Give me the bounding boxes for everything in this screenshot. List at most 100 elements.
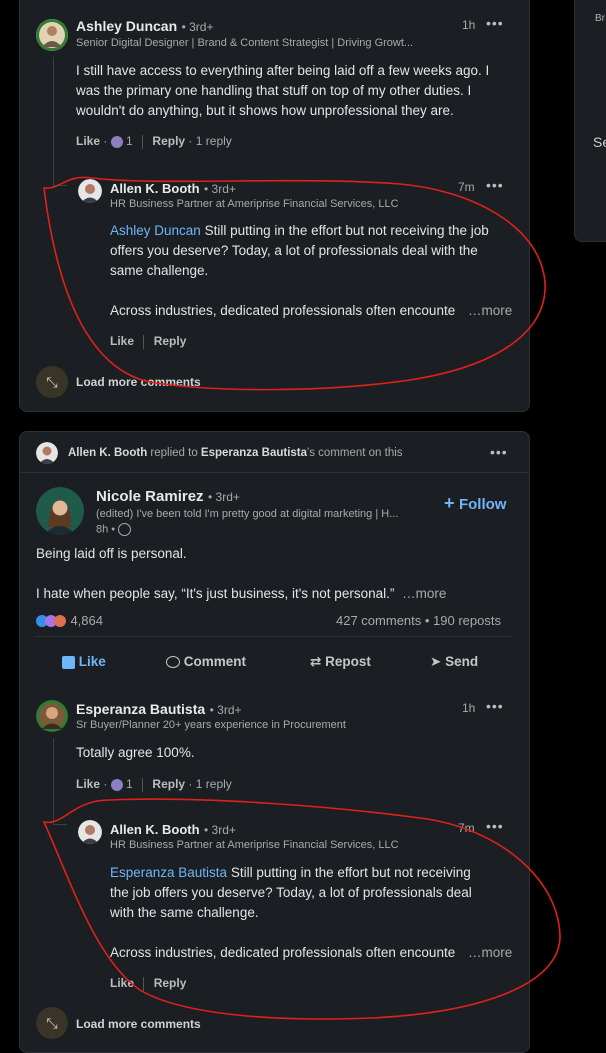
post-time: 8h • [96,523,132,536]
reply-actions: Like Reply [110,976,186,991]
reply-text-line: with the same challenge. [110,905,259,920]
post-text: Being laid off is personal. I hate when … [36,544,516,604]
expand-arrows-icon[interactable]: ⤡ [36,366,68,398]
divider [143,976,145,991]
reply-text-line: offers you deserve? Today, a lot of prof… [110,243,478,258]
post-author-name[interactable]: Nicole Ramirez [96,488,204,505]
reply-button[interactable]: Reply [152,134,185,148]
connection-degree: • 3rd+ [181,20,214,34]
divider [142,777,144,792]
reaction-count[interactable]: 1 [126,134,133,148]
comment-time: 1h [462,18,476,32]
avatar-image [36,700,68,732]
like-button[interactable]: Like [110,976,134,990]
context-target-name[interactable]: Esperanza Bautista [201,447,307,459]
avatar[interactable] [36,19,68,51]
expand-arrows-icon[interactable]: ⤡ [36,1007,68,1039]
comment-author-headline: Sr Buyer/Planner 20+ years experience in… [76,719,346,731]
like-button[interactable]: Like [76,134,100,148]
load-more-comments-button[interactable]: Load more comments [76,1017,201,1031]
reply-text-line: Across industries, dedicated professiona… [110,303,456,318]
repost-icon: ⇄ [310,654,322,669]
context-text: 's comment on this [307,447,403,459]
reply-author-line: Allen K. Booth • 3rd+ [110,821,236,839]
reply-author-name[interactable]: Allen K. Booth [110,181,200,196]
reply-button[interactable]: Reply [154,976,187,990]
avatar-image [36,442,58,464]
send-action-label: Send [445,654,479,669]
comment-actions: Like · 1 Reply · 1 reply [76,777,232,792]
comment-action-button[interactable]: Comment [166,654,246,669]
post-stats: 427 comments • 190 reposts [336,613,501,628]
avatar-image [78,820,102,844]
reply-count[interactable]: 1 reply [196,777,232,791]
send-action-button[interactable]: ➤ Send [430,654,478,670]
load-more-comments-button[interactable]: Load more comments [76,375,201,389]
avatar[interactable] [78,179,102,203]
comment-author-name[interactable]: Esperanza Bautista [76,701,205,717]
comment-author-name[interactable]: Ashley Duncan [76,18,177,34]
avatar-image [78,179,102,203]
right-panel-card: Br Se [574,0,606,242]
like-action-button[interactable]: Like [62,654,106,669]
reply-text-line: same challenge. [110,263,209,278]
reply-text-line: Across industries, dedicated professiona… [110,945,456,960]
reply-button[interactable]: Reply [152,777,185,791]
reply-text-line: Still putting in the effort but not rece… [200,223,489,238]
see-more-button[interactable]: …more [468,943,512,963]
context-actor-name[interactable]: Allen K. Booth [68,447,147,459]
avatar[interactable] [78,820,102,844]
more-options-icon[interactable]: ••• [486,818,504,834]
post-time-text: 8h • [96,523,116,536]
post-author-line: Nicole Ramirez • 3rd+ [96,488,240,506]
see-more-button[interactable]: …more [468,301,512,321]
avatar[interactable] [36,487,84,535]
connection-degree: • 3rd+ [204,823,236,837]
comment-icon [166,656,180,669]
reply-button[interactable]: Reply [154,334,187,348]
reaction-summary[interactable]: 4,864 [36,612,103,630]
thread-line [53,57,54,185]
comment-text: Totally agree 100%. [76,745,195,760]
follow-button[interactable]: + Follow [444,493,506,514]
stats-separator: • [421,613,434,628]
mention-link[interactable]: Esperanza Bautista [110,865,227,880]
context-text: replied to [147,447,201,459]
post-card-1: Ashley Duncan • 3rd+ Senior Digital Desi… [19,0,530,412]
like-button[interactable]: Like [110,334,134,348]
reaction-count: 4,864 [70,613,103,628]
reaction-icon [110,135,123,148]
see-more-button[interactable]: …more [402,586,446,601]
repost-action-button[interactable]: ⇄ Repost [310,654,371,670]
comment-author-line: Esperanza Bautista • 3rd+ [76,701,242,719]
reply-text: Esperanza Bautista Still putting in the … [110,863,530,963]
divider [142,134,144,149]
reply-count[interactable]: 1 reply [196,134,232,148]
comment-action-label: Comment [183,654,247,669]
reaction-icon [110,778,123,791]
more-options-icon[interactable]: ••• [490,444,508,460]
globe-icon [118,523,132,536]
reposts-count[interactable]: 190 reposts [433,613,501,628]
reaction-count[interactable]: 1 [126,777,133,791]
more-options-icon[interactable]: ••• [486,15,504,31]
reply-actions: Like Reply [110,334,186,349]
avatar[interactable] [36,700,68,732]
avatar-image [36,19,68,51]
more-options-icon[interactable]: ••• [486,698,504,714]
post-author-headline: (edited) I've been told I'm pretty good … [96,508,399,520]
reply-text-line: the job offers you deserve? Today, a lot… [110,885,472,900]
reply-author-name[interactable]: Allen K. Booth [110,822,200,837]
more-options-icon[interactable]: ••• [486,177,504,193]
like-button[interactable]: Like [76,777,100,791]
avatar[interactable] [36,442,58,464]
comment-time: 1h [462,701,476,715]
connection-degree: • 3rd+ [208,490,240,504]
reply-time: 7m [458,180,475,194]
activity-context: Allen K. Booth replied to Esperanza Baut… [68,447,403,459]
mention-link[interactable]: Ashley Duncan [110,223,201,238]
comments-count[interactable]: 427 comments [336,613,421,628]
connection-degree: • 3rd+ [209,703,242,717]
thread-line [53,738,54,824]
